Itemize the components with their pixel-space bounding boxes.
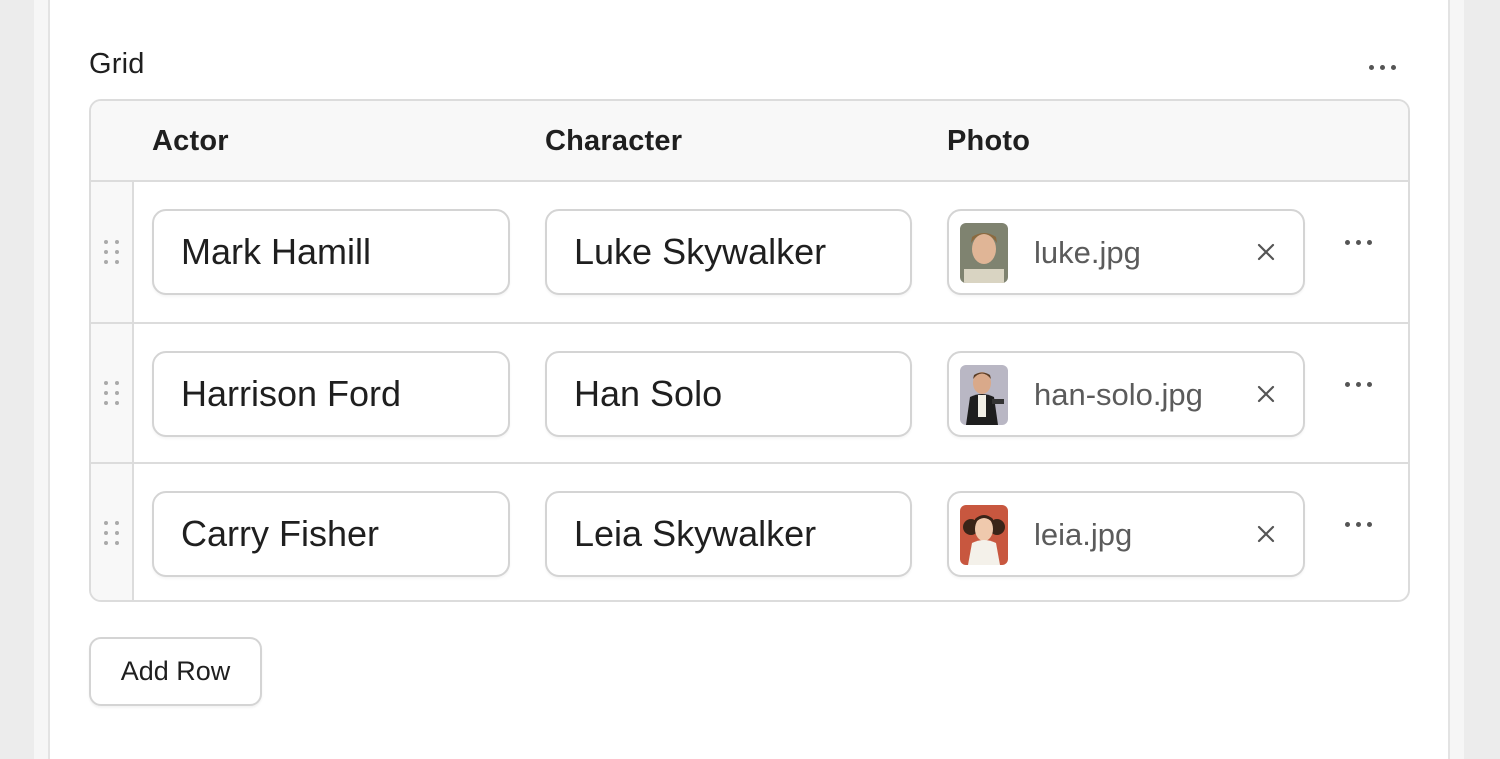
photo-filename: han-solo.jpg bbox=[1034, 377, 1203, 412]
drag-handle-icon[interactable] bbox=[91, 464, 134, 600]
drag-handle-icon[interactable] bbox=[91, 182, 134, 322]
character-value: Leia Skywalker bbox=[574, 513, 817, 554]
outer-frame-left bbox=[34, 0, 48, 759]
add-row-button[interactable]: Add Row bbox=[89, 637, 262, 706]
table-row: Mark Hamill Luke Skywalker luke.jpg bbox=[91, 182, 1408, 322]
more-horizontal-icon bbox=[1344, 381, 1372, 387]
close-icon[interactable] bbox=[1251, 237, 1281, 267]
grid-header: Actor Character Photo bbox=[91, 101, 1408, 182]
drag-handle-icon[interactable] bbox=[91, 324, 134, 462]
photo-thumbnail bbox=[960, 223, 1008, 283]
section-title: Grid bbox=[89, 48, 145, 80]
column-header-character: Character bbox=[545, 125, 683, 157]
row-menu-button[interactable] bbox=[1336, 366, 1380, 402]
row-menu-button[interactable] bbox=[1336, 224, 1380, 260]
character-value: Han Solo bbox=[574, 373, 723, 414]
more-horizontal-icon bbox=[1368, 64, 1396, 70]
outer-frame-right bbox=[1450, 0, 1464, 759]
actor-value: Carry Fisher bbox=[181, 513, 380, 554]
column-header-photo: Photo bbox=[947, 125, 1031, 157]
photo-field[interactable]: luke.jpg bbox=[947, 209, 1305, 295]
actor-field[interactable]: Mark Hamill bbox=[152, 209, 510, 295]
photo-thumbnail bbox=[960, 505, 1008, 565]
character-value: Luke Skywalker bbox=[574, 231, 827, 272]
grid-table: Actor Character Photo Mark Hamill Luke S… bbox=[89, 99, 1410, 602]
photo-thumbnail bbox=[960, 365, 1008, 425]
section-menu-button[interactable] bbox=[1362, 50, 1402, 84]
more-horizontal-icon bbox=[1344, 521, 1372, 527]
row-menu-button[interactable] bbox=[1336, 506, 1380, 542]
character-field[interactable]: Luke Skywalker bbox=[545, 209, 912, 295]
column-header-actor: Actor bbox=[152, 125, 229, 157]
photo-field[interactable]: leia.jpg bbox=[947, 491, 1305, 577]
photo-field[interactable]: han-solo.jpg bbox=[947, 351, 1305, 437]
photo-filename: leia.jpg bbox=[1034, 517, 1133, 552]
actor-value: Harrison Ford bbox=[181, 373, 402, 414]
actor-field[interactable]: Carry Fisher bbox=[152, 491, 510, 577]
more-horizontal-icon bbox=[1344, 239, 1372, 245]
character-field[interactable]: Leia Skywalker bbox=[545, 491, 912, 577]
photo-filename: luke.jpg bbox=[1034, 235, 1141, 270]
table-row: Carry Fisher Leia Skywalker leia.jpg bbox=[91, 462, 1408, 600]
table-row: Harrison Ford Han Solo han-solo.jpg bbox=[91, 322, 1408, 462]
close-icon[interactable] bbox=[1251, 379, 1281, 409]
actor-value: Mark Hamill bbox=[181, 231, 372, 272]
close-icon[interactable] bbox=[1251, 519, 1281, 549]
actor-field[interactable]: Harrison Ford bbox=[152, 351, 510, 437]
character-field[interactable]: Han Solo bbox=[545, 351, 912, 437]
